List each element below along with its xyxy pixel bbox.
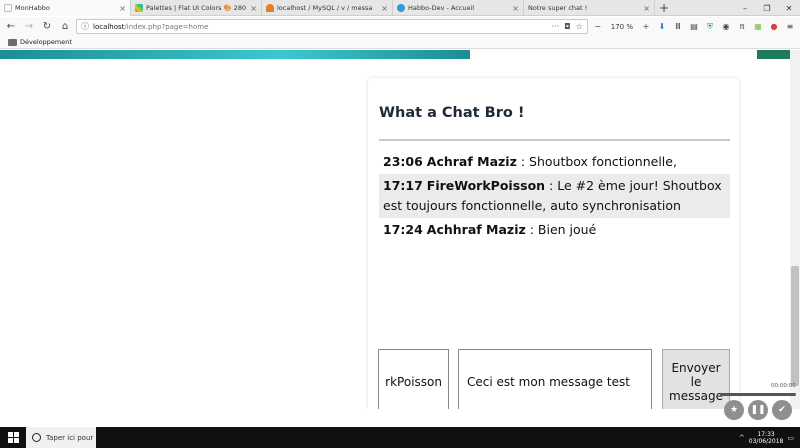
star-icon[interactable]: ★: [724, 400, 744, 420]
folder-icon: [8, 38, 17, 46]
site-header-banner: [0, 50, 470, 59]
system-tray: ^ 17:33 03/06/2018 ▭: [739, 431, 800, 445]
tab-monhabbo[interactable]: MonHabbo ×: [0, 0, 131, 16]
scrollbar[interactable]: [790, 50, 800, 409]
clock-date: 03/06/2018: [748, 437, 784, 445]
bookmark-developpement[interactable]: Développement: [20, 38, 72, 46]
extension-icon[interactable]: ●: [768, 20, 780, 34]
tab-label: localhost / MySQL / v / messa: [277, 4, 373, 12]
info-icon[interactable]: ⓘ: [81, 21, 89, 32]
close-icon[interactable]: ×: [512, 4, 519, 13]
tab-label: Palettes | Flat UI Colors 🎨 280: [146, 4, 247, 12]
url-bar[interactable]: ⓘ localhost/index.php?page=home ··· ◘ ☆: [76, 19, 588, 34]
page-actions-icon[interactable]: ···: [552, 22, 560, 31]
send-button[interactable]: Envoyer le message: [662, 349, 730, 409]
notification-icon[interactable]: ▭: [787, 434, 794, 442]
url-text: localhost/index.php?page=home: [89, 23, 547, 31]
url-host: localhost: [93, 22, 125, 31]
notification-chevron-icon[interactable]: ^: [739, 434, 745, 442]
message-time: 17:17: [383, 178, 423, 193]
taskbar: Taper ici pour ^ 17:33 03/06/2018 ▭: [0, 427, 800, 448]
list-item: 23:06 Achraf Maziz : Shoutbox fonctionne…: [379, 150, 730, 174]
scrollbar-thumb[interactable]: [791, 266, 799, 386]
close-icon[interactable]: ×: [250, 4, 257, 13]
minimize-button[interactable]: –: [734, 0, 756, 16]
recording-progress[interactable]: [720, 393, 796, 396]
habbo-icon: [397, 4, 405, 12]
flat-ui-icon: [135, 4, 143, 12]
message-input[interactable]: Ceci est mon message test: [458, 349, 652, 409]
new-tab-button[interactable]: +: [655, 0, 673, 16]
navigation-toolbar: ← → ↻ ⌂ ⓘ localhost/index.php?page=home …: [0, 17, 800, 36]
message-time: 17:24: [383, 222, 423, 237]
restore-button[interactable]: ❐: [756, 0, 778, 16]
message-list: 23:06 Achraf Maziz : Shoutbox fonctionne…: [379, 150, 730, 242]
recording-time: 00:00:00: [771, 383, 796, 389]
page-content: What a Chat Bro ! 23:06 Achraf Maziz : S…: [0, 50, 800, 409]
download-icon[interactable]: ⬇: [656, 20, 668, 34]
start-button[interactable]: [0, 427, 26, 448]
home-icon[interactable]: ⌂: [58, 20, 72, 34]
chat-box: What a Chat Bro ! 23:06 Achraf Maziz : S…: [368, 78, 739, 409]
grid-extension-icon[interactable]: ▦: [752, 20, 764, 34]
sidebar-icon[interactable]: ▤: [688, 20, 700, 34]
message-text: : Bien joué: [525, 222, 597, 237]
tab-strip: MonHabbo × Palettes | Flat UI Colors 🎨 2…: [0, 0, 800, 16]
tab-phpmyadmin[interactable]: localhost / MySQL / v / messa ×: [262, 0, 393, 16]
bookmark-star-icon[interactable]: ☆: [576, 22, 583, 31]
list-item: 17:17 FireWorkPoisson : Le #2 ème jour! …: [379, 174, 730, 218]
close-icon[interactable]: ×: [643, 4, 650, 13]
clock[interactable]: 17:33 03/06/2018: [749, 431, 784, 445]
pseudo-input[interactable]: rkPoisson: [378, 349, 449, 409]
message-time: 23:06: [383, 154, 423, 169]
list-item: 17:24 Achhraf Maziz : Bien joué: [379, 218, 730, 242]
tab-label: Habbo-Dev - Accueil: [408, 4, 475, 12]
message-author: Achhraf Maziz: [426, 222, 526, 237]
close-icon[interactable]: ×: [119, 4, 126, 13]
page-icon: [4, 4, 12, 12]
check-icon[interactable]: ✔: [772, 400, 792, 420]
pocket-icon[interactable]: ◘: [564, 22, 570, 31]
tab-super-chat[interactable]: Notre super chat ! ×: [524, 0, 655, 16]
url-path: /index.php?page=home: [124, 22, 209, 31]
message-author: Achraf Maziz: [426, 154, 517, 169]
cortana-icon: [32, 433, 41, 442]
bookmarks-bar: Développement: [0, 36, 800, 49]
clock-time: 17:33: [757, 430, 775, 438]
windows-icon: [7, 432, 19, 443]
forward-icon[interactable]: →: [22, 20, 36, 34]
zoom-out-icon[interactable]: −: [592, 20, 604, 34]
user-icon[interactable]: ◉: [720, 20, 732, 34]
search-placeholder: Taper ici pour: [46, 433, 94, 442]
tab-label: Notre super chat !: [528, 4, 588, 12]
divider: [379, 139, 730, 141]
phpmyadmin-icon: [266, 4, 274, 12]
tab-palettes[interactable]: Palettes | Flat UI Colors 🎨 280 ×: [131, 0, 262, 16]
shield-icon[interactable]: ⛨: [704, 20, 716, 34]
back-icon[interactable]: ←: [4, 20, 18, 34]
taskbar-search[interactable]: Taper ici pour: [26, 427, 96, 448]
pi-icon[interactable]: π: [736, 20, 748, 34]
zoom-level[interactable]: 170 %: [608, 23, 636, 31]
chat-form: rkPoisson Ceci est mon message test Envo…: [378, 349, 730, 409]
zoom-in-icon[interactable]: +: [640, 20, 652, 34]
window-controls: – ❐ ✕: [734, 0, 800, 15]
tab-habbo-dev[interactable]: Habbo-Dev - Accueil ×: [393, 0, 524, 16]
menu-icon[interactable]: ≡: [784, 20, 796, 34]
reload-icon[interactable]: ↻: [40, 20, 54, 34]
message-author: FireWorkPoisson: [426, 178, 546, 193]
pause-icon[interactable]: ❚❚: [748, 400, 768, 420]
close-icon[interactable]: ×: [381, 4, 388, 13]
tab-label: MonHabbo: [15, 4, 50, 12]
close-window-button[interactable]: ✕: [778, 0, 800, 16]
library-icon[interactable]: Ⅲ: [672, 20, 684, 34]
chat-title: What a Chat Bro !: [379, 105, 525, 121]
message-text: : Shoutbox fonctionnelle,: [516, 154, 677, 169]
